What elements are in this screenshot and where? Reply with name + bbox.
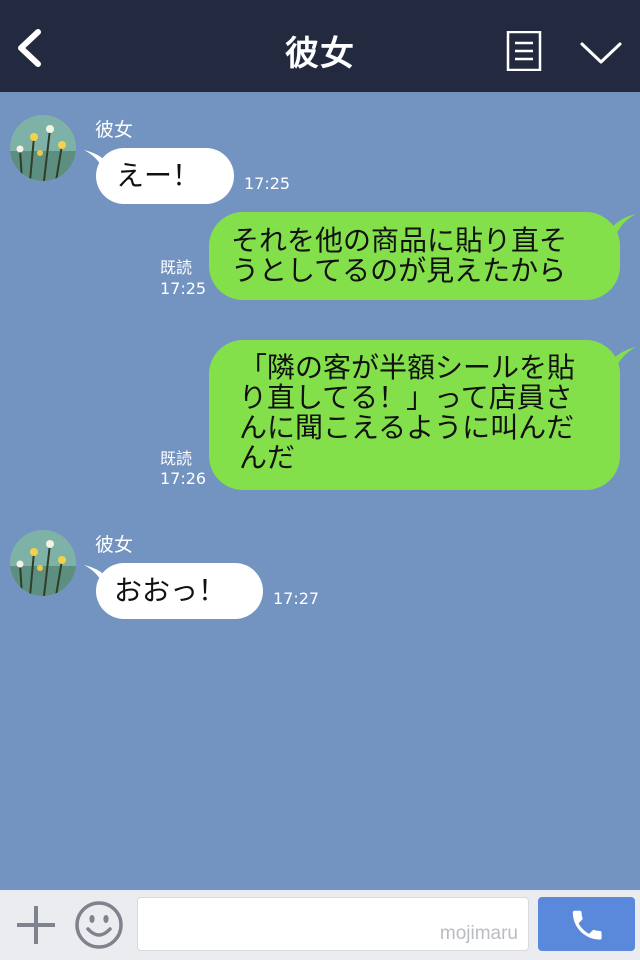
message-input[interactable]: mojimaru	[137, 897, 529, 951]
message-line: んだ	[239, 441, 296, 474]
call-button[interactable]	[538, 897, 635, 951]
outgoing-bubble[interactable]: それを他の商品に貼り直そ うとしてるのが見えたから	[209, 212, 620, 300]
incoming-bubble[interactable]: えー！	[96, 148, 234, 204]
smiley-icon	[75, 901, 123, 949]
avatar[interactable]	[10, 530, 76, 596]
flower-avatar-image	[10, 115, 76, 181]
message-line: んに聞こえるように叫んだ	[239, 411, 575, 444]
read-receipt: 既読	[160, 449, 193, 468]
phone-icon	[572, 910, 602, 940]
message-time: 17:25	[244, 174, 291, 193]
message-line: それを他の商品に貼り直そ	[231, 224, 568, 257]
message-time: 17:27	[273, 589, 320, 608]
incoming-bubble[interactable]: おおっ！	[96, 563, 263, 619]
collapse-button[interactable]	[578, 36, 624, 68]
sender-name: 彼女	[95, 534, 134, 556]
chat-title: 彼女	[285, 34, 355, 74]
flower-avatar-image	[10, 530, 76, 596]
chat-header: 彼女	[0, 0, 640, 92]
message-text: おおっ！	[114, 574, 227, 607]
message-line: うとしてるのが見えたから	[231, 254, 567, 287]
emoji-button[interactable]	[73, 899, 125, 951]
message-time: 17:25	[160, 279, 207, 298]
chevron-down-icon	[580, 42, 622, 64]
avatar[interactable]	[10, 115, 76, 181]
message-line: 「隣の客が半額シールを貼	[239, 351, 576, 384]
plus-icon	[17, 906, 55, 944]
attach-button[interactable]	[14, 903, 58, 947]
read-receipt: 既読	[160, 258, 193, 277]
message-text: えー！	[116, 159, 201, 192]
watermark-text: mojimaru	[439, 923, 518, 944]
message-time: 17:26	[160, 469, 207, 488]
outgoing-bubble[interactable]: 「隣の客が半額シールを貼 り直してる！」って店員さ んに聞こえるように叫んだ ん…	[209, 340, 620, 490]
sender-name: 彼女	[95, 119, 134, 141]
message-line: り直してる！」って店員さ	[239, 381, 573, 414]
menu-list-icon	[506, 30, 542, 72]
menu-button[interactable]	[506, 30, 542, 72]
